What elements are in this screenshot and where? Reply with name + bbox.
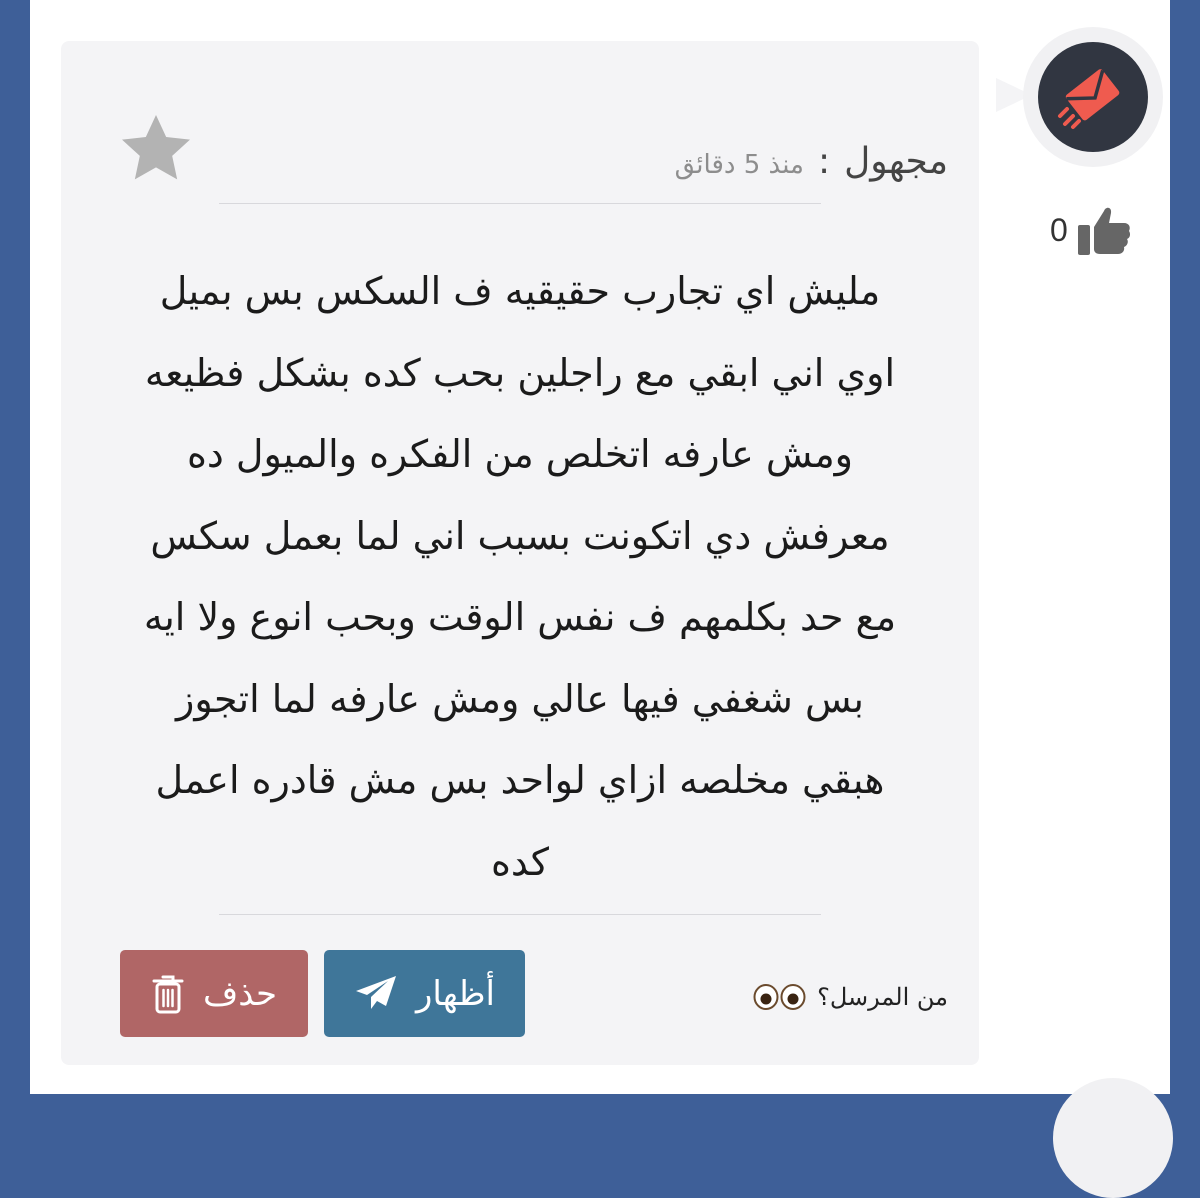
like-count: 0: [1050, 211, 1068, 248]
trash-icon: [152, 975, 184, 1013]
thumbs-up-icon[interactable]: [1076, 203, 1132, 257]
star-icon[interactable]: [116, 109, 196, 189]
sender-question[interactable]: من المرسل؟: [753, 983, 948, 1011]
post-header: مجهول : منذ 5 دقائق: [675, 141, 948, 182]
message-line: كده: [491, 839, 549, 884]
message-line: معرفش دي اتكونت بسبب اني لما بعمل سكس: [150, 513, 890, 558]
message-line: ومش عارفه اتخلص من الفكره والميول ده: [186, 432, 854, 476]
author-name: مجهول: [844, 141, 948, 182]
avatar[interactable]: [1038, 42, 1148, 152]
next-avatar-ring: [1053, 1078, 1173, 1198]
paper-plane-icon: [356, 975, 397, 1009]
message-line: مليش اي تجارب حقيقيه ف السكس بس بميل: [159, 269, 881, 313]
sender-question-label: من المرسل؟: [817, 983, 948, 1011]
delete-button[interactable]: حذف: [120, 950, 308, 1037]
author-separator: :: [817, 141, 831, 182]
message-body: مليش اي تجارب حقيقيه ف السكس بس بميل اوي…: [91, 251, 949, 903]
top-divider: [219, 203, 821, 204]
reveal-button-label: أظهار: [416, 973, 495, 1014]
content-panel: مجهول : منذ 5 دقائق مليش اي تجارب حقيقيه…: [30, 0, 1173, 1198]
post-time: منذ 5 دقائق: [674, 150, 804, 180]
message-line: مع حد بكلمهم ف نفس الوقت وبحب انوع ولا ا…: [143, 595, 897, 639]
reveal-sender-button[interactable]: أظهار: [324, 950, 525, 1037]
message-card: مجهول : منذ 5 دقائق مليش اي تجارب حقيقيه…: [61, 41, 979, 1065]
bottom-divider: [219, 914, 821, 915]
message-line: هبقي مخلصه ازاي لواحد بس مش قادره اعمل: [155, 758, 885, 802]
message-line: اوي اني ابقي مع راجلين بحب كده بشكل فظيع…: [144, 350, 896, 395]
delete-button-label: حذف: [202, 973, 278, 1014]
envelope-fast-icon: [1058, 69, 1120, 129]
eyes-emoji-icon: [753, 984, 807, 1010]
message-line: بس شغفي فيها عالي ومش عارفه لما اتجوز: [176, 676, 864, 721]
like-widget[interactable]: 0: [1050, 200, 1140, 260]
